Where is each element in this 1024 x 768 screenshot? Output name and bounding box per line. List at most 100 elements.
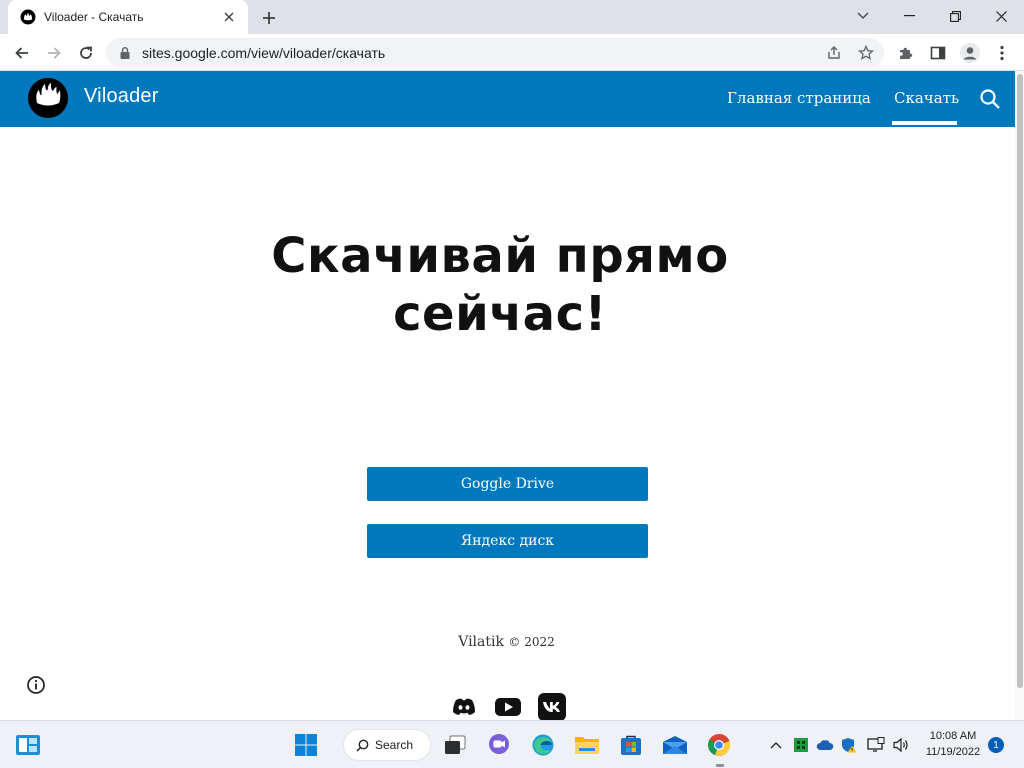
show-hidden-icons-button[interactable] [766, 734, 786, 756]
address-bar[interactable]: sites.google.com/view/viloader/скачать [106, 38, 884, 67]
store-button[interactable] [614, 728, 648, 762]
minimize-button[interactable] [886, 0, 932, 32]
arrow-left-icon [15, 47, 28, 59]
vk-link[interactable] [538, 693, 566, 720]
tab-strip: Viloader - Скачать [0, 0, 1024, 34]
share-button[interactable] [820, 38, 848, 67]
close-icon [995, 10, 1007, 22]
chrome-taskbar-button[interactable] [702, 728, 736, 762]
file-explorer-button[interactable] [570, 728, 604, 762]
search-icon[interactable] [978, 87, 1002, 111]
forward-button[interactable] [40, 39, 68, 67]
onedrive-cloud-icon [816, 740, 834, 750]
url-text: sites.google.com/view/viloader/скачать [142, 45, 385, 61]
close-window-button[interactable] [978, 0, 1024, 32]
discord-icon [453, 698, 475, 715]
info-icon [27, 676, 45, 694]
widgets-button[interactable] [11, 728, 45, 762]
google-drive-button[interactable]: Goggle Drive [367, 467, 648, 501]
restore-icon [949, 10, 961, 22]
folder-icon [575, 737, 599, 754]
nav-active-indicator [892, 121, 957, 125]
viloader-favicon-icon [20, 9, 36, 25]
scrollbar-thumb[interactable] [1017, 74, 1023, 688]
nav-home-link[interactable]: Главная страница [727, 89, 871, 107]
kebab-menu-icon [1000, 45, 1004, 61]
tab-search-button[interactable] [840, 0, 886, 32]
yandex-disk-button[interactable]: Яндекс диск [367, 524, 648, 558]
hero-title: Скачивай прямо сейчас! [0, 227, 1000, 343]
new-tab-button[interactable] [256, 5, 282, 31]
footer-copyright: © 2022 [508, 635, 555, 649]
share-icon [828, 45, 840, 59]
reload-button[interactable] [72, 39, 100, 67]
taskbar-search[interactable]: Search [343, 729, 431, 761]
task-view-icon [445, 735, 466, 754]
vk-icon [538, 693, 566, 720]
hero-title-line1: Скачивай прямо [271, 228, 729, 284]
mail-icon [663, 736, 687, 754]
task-view-button[interactable] [438, 728, 472, 762]
restore-button[interactable] [932, 0, 978, 32]
reload-icon [80, 46, 92, 59]
network-button[interactable] [866, 734, 886, 756]
arrow-right-icon [48, 47, 61, 59]
hero-title-line2: сейчас! [393, 286, 607, 342]
start-button[interactable] [289, 728, 323, 762]
site-header: Viloader Главная страница Скачать [0, 71, 1015, 127]
site-info-button[interactable] [26, 675, 46, 695]
site-footer: Vilatik © 2022 [0, 634, 1013, 650]
url-path: /view/viloader/скачать [247, 44, 386, 61]
star-icon [858, 44, 874, 60]
web-page: Viloader Главная страница Скачать Скачив… [0, 71, 1015, 720]
tab-close-icon[interactable] [220, 8, 238, 26]
security-button[interactable] [839, 734, 859, 756]
site-logo[interactable] [28, 78, 68, 118]
puzzle-icon [900, 47, 913, 59]
volume-button[interactable] [891, 734, 911, 756]
windows-logo-icon [295, 734, 317, 756]
side-panel-icon [930, 46, 946, 60]
lock-icon[interactable] [118, 46, 132, 60]
search-icon [356, 739, 369, 752]
footer-author: Vilatik [458, 634, 504, 650]
shield-warning-icon [842, 738, 857, 753]
chrome-menu-button[interactable] [988, 39, 1016, 67]
speaker-icon [893, 737, 908, 753]
clock-date: 11/19/2022 [925, 746, 981, 758]
nav-download-link[interactable]: Скачать [894, 89, 959, 107]
plus-icon [263, 12, 275, 24]
minimize-icon [903, 15, 915, 17]
onedrive-button[interactable] [815, 734, 835, 756]
chrome-active-indicator [716, 764, 724, 767]
flame-logo-icon [28, 78, 68, 118]
profile-button[interactable] [956, 39, 984, 67]
url-host: sites.google.com [142, 44, 248, 61]
side-panel-button[interactable] [924, 39, 952, 67]
bookmark-button[interactable] [852, 38, 880, 67]
network-icon [867, 737, 885, 752]
chat-icon [489, 734, 509, 754]
tab-title: Viloader - Скачать [44, 10, 144, 24]
clock-time: 10:08 AM [929, 730, 977, 742]
teams-chat-button[interactable] [482, 728, 516, 762]
discord-link[interactable] [450, 693, 478, 720]
extensions-button[interactable] [892, 39, 920, 67]
edge-button[interactable] [526, 728, 560, 762]
site-name[interactable]: Viloader [84, 85, 159, 108]
youtube-icon [495, 698, 521, 716]
browser-tab[interactable]: Viloader - Скачать [8, 0, 248, 34]
mail-button[interactable] [658, 728, 692, 762]
chrome-icon [708, 733, 731, 756]
taskbar-clock[interactable]: 10:08 AM 11/19/2022 [918, 728, 988, 760]
back-button[interactable] [8, 39, 36, 67]
tray-app-button[interactable] [791, 734, 811, 756]
taskbar-search-label: Search [375, 738, 414, 752]
store-icon [621, 735, 641, 755]
edge-icon [532, 734, 554, 756]
notification-badge[interactable]: 1 [988, 737, 1004, 753]
youtube-link[interactable] [494, 693, 522, 720]
windows-taskbar: Search 10:08 AM 11/19/2022 1 [0, 720, 1024, 768]
avatar-icon [960, 43, 980, 63]
widgets-icon [16, 735, 40, 755]
